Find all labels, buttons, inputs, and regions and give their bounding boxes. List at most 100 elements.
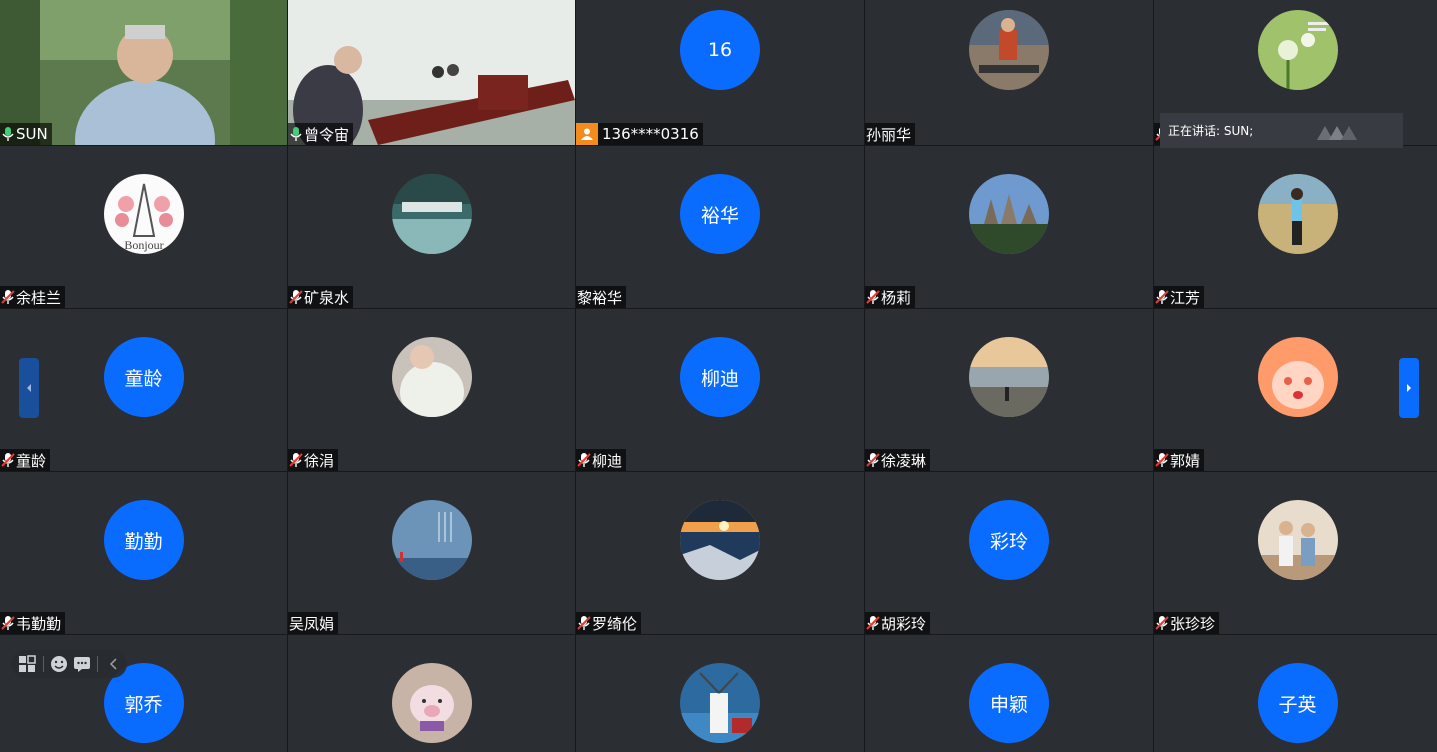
avatar-initials: 彩玲 — [989, 530, 1028, 553]
participant-tile[interactable]: 郭婧 — [1154, 309, 1437, 471]
collapse-icon[interactable] — [104, 654, 123, 674]
microphone-icon — [289, 126, 303, 142]
previous-page-button[interactable] — [19, 358, 39, 418]
microphone-muted-icon — [1155, 615, 1169, 631]
nameplate: 罗绮伦 — [576, 612, 642, 634]
emoji-icon[interactable] — [50, 654, 69, 674]
participant-tile[interactable]: 申颖 — [865, 635, 1153, 752]
avatar-initials: 裕华 — [700, 204, 739, 227]
participant-tile[interactable]: 江芳 — [1154, 146, 1437, 308]
nameplate: 郭婧 — [1154, 449, 1205, 471]
avatar — [680, 500, 760, 580]
participant-name: 孙丽华 — [866, 125, 912, 144]
participant-tile[interactable]: Bonjour 余桂兰 — [0, 146, 287, 308]
participant-tile[interactable]: 孙丽华 — [865, 0, 1153, 145]
avatar: 16 — [680, 10, 760, 90]
participant-name: 柳迪 — [592, 451, 623, 470]
microphone-muted-icon — [866, 452, 880, 468]
chat-icon[interactable] — [73, 654, 92, 674]
avatar — [391, 663, 472, 743]
participant-name: 罗绮伦 — [592, 614, 638, 633]
participant-name: 136****0316 — [602, 125, 699, 143]
nameplate: 吴凤娟 — [288, 612, 339, 634]
avatar — [680, 663, 760, 743]
avatar-initials: 勤勤 — [124, 530, 163, 553]
participant-tile[interactable]: 徐涓 — [288, 309, 575, 471]
participant-tile[interactable]: 杨莉 — [865, 146, 1153, 308]
avatar — [391, 500, 472, 580]
svg-text:Bonjour: Bonjour — [124, 238, 163, 252]
avatar — [391, 174, 472, 254]
microphone-muted-icon — [1, 452, 15, 468]
avatar-initials: 童龄 — [124, 367, 163, 390]
phone-user-icon — [576, 123, 598, 145]
participant-tile[interactable]: 罗绮伦 — [576, 472, 864, 634]
participant-name: 徐凌琳 — [881, 451, 927, 470]
participant-name: 矿泉水 — [304, 288, 350, 307]
participant-tile[interactable]: 曾令宙 — [288, 0, 575, 145]
participant-tile[interactable]: 吴凤娟 — [288, 472, 575, 634]
participant-name: 郭婧 — [1170, 451, 1201, 470]
participant-tile[interactable]: 16 136****0316 — [576, 0, 864, 145]
nameplate: 胡彩玲 — [865, 612, 931, 634]
nameplate: SUN — [0, 123, 52, 145]
participant-name: 曾令宙 — [304, 125, 350, 144]
participant-name: 张珍珍 — [1170, 614, 1216, 633]
participant-tile[interactable] — [288, 635, 575, 752]
avatar — [1257, 337, 1338, 417]
participant-tile[interactable]: 勤勤韦勤勤 — [0, 472, 287, 634]
nameplate: 徐凌琳 — [865, 449, 931, 471]
layout-icon[interactable] — [18, 654, 37, 674]
app-logo-icon — [1315, 122, 1359, 145]
avatar — [969, 174, 1049, 254]
nameplate: 童龄 — [0, 449, 51, 471]
nameplate: 徐涓 — [288, 449, 339, 471]
participant-name: 江芳 — [1170, 288, 1201, 307]
arrow-right-icon — [1407, 384, 1411, 392]
avatar: 子英 — [1257, 663, 1338, 743]
avatar: 勤勤 — [103, 500, 184, 580]
participant-name: 吴凤娟 — [289, 614, 335, 633]
participant-tile[interactable]: 童龄 童龄 — [0, 309, 287, 471]
nameplate: 张珍珍 — [1154, 612, 1220, 634]
microphone-muted-icon — [1155, 452, 1169, 468]
participant-tile[interactable]: 子英 — [1154, 635, 1437, 752]
avatar-initials: 子英 — [1278, 693, 1317, 716]
participant-name: 余桂兰 — [16, 288, 62, 307]
avatar: 裕华 — [680, 174, 760, 254]
participant-name: 杨莉 — [881, 288, 912, 307]
participant-tile[interactable]: 柳迪 柳迪 — [576, 309, 864, 471]
avatar-initials: 申颖 — [989, 693, 1028, 716]
nameplate: 余桂兰 — [0, 286, 66, 308]
nameplate: 韦勤勤 — [0, 612, 66, 634]
nameplate: 柳迪 — [576, 449, 627, 471]
participant-tile[interactable] — [576, 635, 864, 752]
participant-tile[interactable]: 徐凌琳 — [865, 309, 1153, 471]
avatar: Bonjour — [103, 174, 184, 254]
nameplate: 江芳 — [1154, 286, 1205, 308]
floating-toolbar — [11, 650, 127, 678]
participant-tile[interactable]: 裕华黎裕华 — [576, 146, 864, 308]
nameplate: 136****0316 — [576, 123, 703, 145]
microphone-muted-icon — [866, 615, 880, 631]
toolbar-divider — [42, 656, 44, 672]
microphone-muted-icon — [1155, 289, 1169, 305]
nameplate: 黎裕华 — [576, 286, 627, 308]
speaking-banner-text: 正在讲话: SUN; — [1168, 124, 1254, 138]
avatar — [969, 337, 1049, 417]
participant-tile[interactable]: 张珍珍 — [1154, 472, 1437, 634]
participant-name: 徐涓 — [304, 451, 335, 470]
next-page-button[interactable] — [1399, 358, 1419, 418]
microphone-muted-icon — [866, 289, 880, 305]
participant-name: SUN — [16, 125, 48, 143]
avatar: 柳迪 — [680, 337, 760, 417]
avatar: 童龄 — [103, 337, 184, 417]
microphone-muted-icon — [1, 289, 15, 305]
participant-tile[interactable]: 矿泉水 — [288, 146, 575, 308]
avatar-initials: 柳迪 — [700, 367, 739, 390]
nameplate: 曾令宙 — [288, 123, 354, 145]
microphone-icon — [1, 126, 15, 142]
participant-tile[interactable]: SUN — [0, 0, 287, 145]
participant-tile[interactable]: 彩玲胡彩玲 — [865, 472, 1153, 634]
toolbar-divider — [97, 656, 99, 672]
